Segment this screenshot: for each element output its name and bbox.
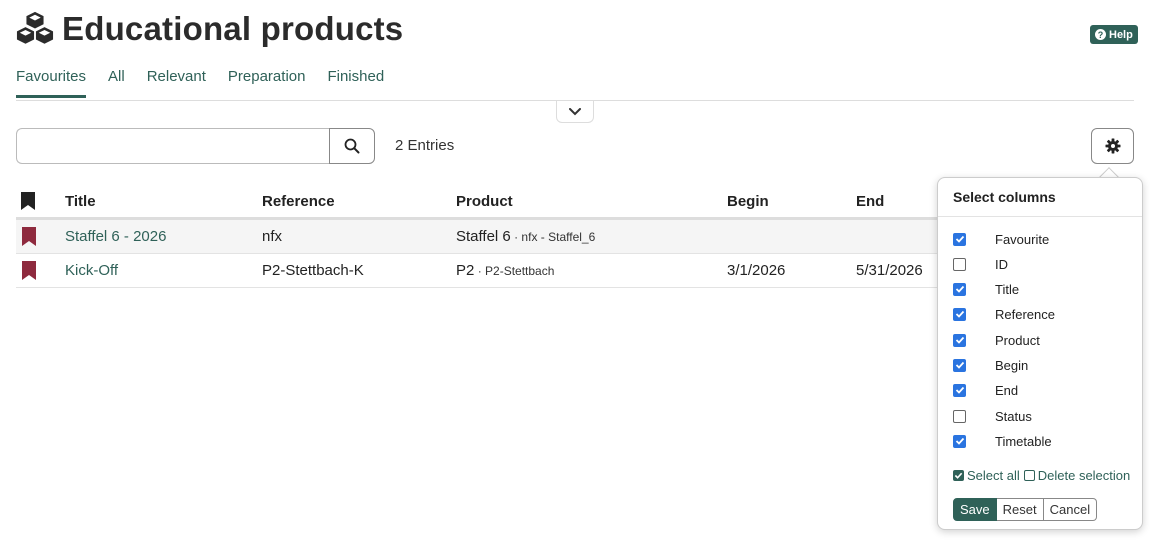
column-header-reference[interactable]: Reference [262, 193, 335, 210]
column-checkbox[interactable] [953, 333, 966, 347]
popover-divider [938, 216, 1142, 217]
column-header-product[interactable]: Product [456, 193, 513, 210]
search-bar [16, 128, 375, 164]
reset-button[interactable]: Reset [996, 498, 1044, 521]
tab-finished[interactable]: Finished [327, 68, 384, 97]
table-row: Staffel 6 - 2026 nfx Staffel 6 · nfx - S… [16, 220, 941, 254]
column-option-title[interactable]: Title [953, 280, 1019, 298]
column-option-id[interactable]: ID [953, 255, 1008, 273]
column-option-label: Favourite [995, 231, 1050, 247]
column-option-timetable[interactable]: Timetable [953, 432, 1052, 450]
popover-title: Select columns [953, 189, 1056, 205]
row-product: Staffel 6 · nfx - Staffel_6 [456, 228, 595, 245]
column-option-reference[interactable]: Reference [953, 305, 1055, 323]
cancel-button[interactable]: Cancel [1043, 498, 1098, 521]
column-header-end[interactable]: End [856, 193, 884, 210]
column-option-favourite[interactable]: Favourite [953, 230, 1049, 248]
gear-icon [1105, 138, 1120, 154]
column-checkbox[interactable] [953, 383, 966, 397]
row-reference: P2-Stettbach-K [262, 262, 364, 279]
collapse-toggle-button[interactable] [556, 101, 594, 123]
bulk-selection: Select all Delete selection [953, 468, 1130, 483]
search-button[interactable] [329, 128, 375, 164]
column-checkbox[interactable] [953, 358, 966, 372]
popover-actions: Save Reset Cancel [953, 498, 1098, 521]
column-option-label: ID [995, 256, 1008, 272]
row-begin: 3/1/2026 [727, 262, 786, 279]
search-icon [344, 138, 360, 154]
column-checkbox[interactable] [953, 257, 966, 271]
checkmark-icon [955, 361, 964, 369]
checkmark-icon [955, 310, 964, 318]
chevron-down-icon [569, 107, 581, 115]
save-button[interactable]: Save [953, 498, 997, 521]
delete-selection-link[interactable]: Delete selection [1038, 468, 1131, 483]
table-row: Kick-Off P2-Stettbach-K P2 · P2-Stettbac… [16, 254, 941, 288]
column-option-end[interactable]: End [953, 381, 1018, 399]
column-checkbox[interactable] [953, 409, 966, 423]
tab-relevant[interactable]: Relevant [147, 68, 206, 97]
row-product-main: P2 [456, 262, 475, 279]
entries-count: 2 Entries [395, 137, 455, 154]
help-button[interactable]: ? Help [1090, 25, 1138, 44]
checkmark-icon [955, 235, 964, 243]
bookmark-icon[interactable] [22, 261, 36, 280]
column-option-label: Product [995, 332, 1040, 348]
column-option-label: End [995, 382, 1019, 398]
select-all-link[interactable]: Select all [967, 468, 1020, 483]
cubes-icon [16, 11, 54, 44]
question-icon: ? [1095, 29, 1106, 40]
column-header-begin[interactable]: Begin [727, 193, 769, 210]
column-option-label: Title [995, 281, 1020, 297]
column-checkbox[interactable] [953, 232, 966, 246]
tab-all[interactable]: All [108, 68, 125, 97]
tab-bar: Favourites All Relevant Preparation Fini… [16, 68, 406, 98]
tab-preparation[interactable]: Preparation [228, 68, 306, 97]
page-header: Educational products [16, 10, 403, 48]
help-label: Help [1109, 28, 1133, 41]
column-checkbox[interactable] [953, 434, 966, 448]
select-columns-popover: Select columns Favourite ID Title Refere… [937, 177, 1143, 530]
select-all-checkbox-icon[interactable] [953, 470, 964, 481]
column-checkbox[interactable] [953, 307, 966, 321]
checkmark-icon [955, 285, 964, 293]
column-header-title[interactable]: Title [65, 193, 96, 210]
column-option-label: Timetable [995, 433, 1052, 449]
checkmark-icon [955, 386, 964, 394]
row-title-link[interactable]: Kick-Off [65, 262, 118, 279]
column-option-begin[interactable]: Begin [953, 356, 1028, 374]
row-product-sub: · nfx - Staffel_6 [510, 230, 596, 244]
page-title: Educational products [62, 10, 404, 47]
column-option-status[interactable]: Status [953, 407, 1032, 425]
row-title-link[interactable]: Staffel 6 - 2026 [65, 228, 166, 245]
column-settings-button[interactable] [1091, 128, 1134, 164]
delete-selection-checkbox-icon[interactable] [1023, 470, 1035, 481]
row-product: P2 · P2-Stettbach [456, 262, 554, 279]
search-input[interactable] [16, 128, 329, 164]
row-end: 5/31/2026 [856, 262, 923, 279]
tab-favourites[interactable]: Favourites [16, 68, 87, 98]
row-reference: nfx [262, 228, 283, 245]
checkmark-icon [955, 437, 964, 445]
bookmark-icon[interactable] [22, 227, 36, 246]
column-checkbox[interactable] [953, 282, 966, 296]
row-product-main: Staffel 6 [456, 228, 511, 245]
row-product-sub: · P2-Stettbach [474, 264, 555, 278]
column-option-label: Begin [995, 357, 1029, 373]
column-option-product[interactable]: Product [953, 331, 1040, 349]
column-option-label: Status [995, 408, 1032, 424]
column-option-label: Reference [995, 306, 1055, 322]
bookmark-header-icon[interactable] [21, 192, 35, 210]
checkmark-icon [955, 336, 964, 344]
